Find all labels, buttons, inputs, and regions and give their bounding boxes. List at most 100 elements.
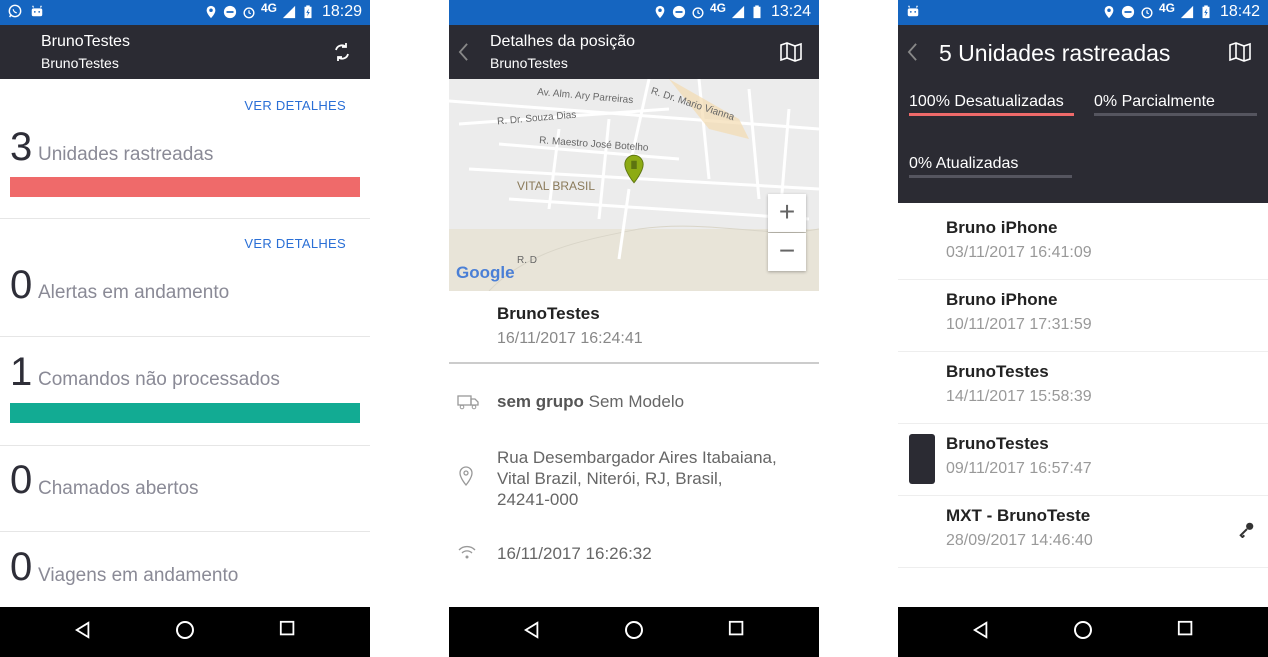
- device-header: BrunoTestes 16/11/2017 16:24:41: [449, 291, 819, 364]
- details-link[interactable]: VER DETALHES: [244, 236, 346, 251]
- card-label: Unidades rastreadas: [38, 144, 214, 165]
- card-commands: 1 Comandos não processados: [0, 336, 370, 446]
- list-item[interactable]: Bruno iPhone 03/11/2017 16:41:09: [898, 208, 1268, 280]
- sync-icon[interactable]: [332, 42, 352, 62]
- street-label: R. D: [517, 255, 537, 266]
- nav-home-icon[interactable]: [1073, 620, 1093, 640]
- network-label: 4G: [1158, 1, 1175, 15]
- app-subtitle: BrunoTestes: [490, 55, 568, 71]
- map-marker-icon[interactable]: [623, 154, 645, 184]
- app-title: BrunoTestes: [41, 33, 130, 50]
- map-icon[interactable]: [779, 42, 803, 62]
- address-line: 24241-000: [497, 490, 579, 509]
- status-time: 18:42: [1219, 3, 1260, 20]
- card-trips: 0 Viagens em andamento: [0, 531, 370, 607]
- app-bar: BrunoTestes BrunoTestes: [0, 25, 370, 79]
- tab-partial[interactable]: 0% Parcialmente: [1094, 93, 1215, 111]
- unit-date: 09/11/2017 16:57:47: [946, 460, 1092, 477]
- dnd-icon: [1121, 5, 1135, 19]
- nav-home-icon[interactable]: [624, 620, 644, 640]
- unit-date: 28/09/2017 14:46:40: [946, 532, 1093, 549]
- group-model: sem grupo Sem Modelo: [497, 392, 684, 412]
- progress-bar: [10, 177, 360, 197]
- key-icon: [1239, 522, 1254, 538]
- tab-updated-indicator: [909, 175, 1072, 178]
- card-count: 0: [10, 545, 33, 589]
- list-item[interactable]: BrunoTestes 14/11/2017 15:58:39: [898, 352, 1268, 424]
- app-title: Detalhes da posição: [490, 33, 635, 50]
- battery-icon: [753, 5, 761, 19]
- progress-bar: [10, 403, 360, 423]
- list-item[interactable]: BrunoTestes 09/11/2017 16:57:47: [898, 424, 1268, 496]
- address-line: Vital Brazil, Niterói, RJ, Brasil,: [497, 469, 723, 488]
- card-label: Viagens em andamento: [38, 565, 239, 586]
- card-label: Alertas em andamento: [38, 282, 230, 303]
- unit-name: BrunoTestes: [946, 434, 1049, 453]
- address: Rua Desembargador Aires Itabaiana, Vital…: [497, 447, 777, 510]
- app-subtitle: BrunoTestes: [41, 55, 119, 71]
- app-bar: Detalhes da posição BrunoTestes: [449, 25, 819, 79]
- zoom-in-button[interactable]: +: [768, 194, 806, 232]
- pin-icon: [459, 466, 473, 486]
- unit-name: BrunoTestes: [946, 362, 1049, 381]
- map-icon[interactable]: [1228, 42, 1252, 62]
- unit-date: 14/11/2017 15:58:39: [946, 388, 1092, 405]
- location-icon: [206, 5, 216, 19]
- signal-icon: [282, 5, 296, 19]
- district-label: VITAL BRASIL: [517, 179, 596, 193]
- truck-icon: [457, 395, 479, 410]
- phone-units-list: 4G 18:42 5 Unidades rastreadas 100% Desa…: [898, 0, 1268, 657]
- app-bar: 5 Unidades rastreadas 100% Desatualizada…: [898, 25, 1268, 203]
- nav-recents-icon[interactable]: [1177, 620, 1195, 638]
- model-name: Sem Modelo: [588, 392, 685, 411]
- card-count: 0: [10, 263, 33, 307]
- device-thumbnail: [909, 434, 935, 484]
- device-name: BrunoTestes: [497, 304, 600, 323]
- group-name: sem grupo: [497, 392, 584, 411]
- tab-outdated[interactable]: 100% Desatualizadas: [909, 93, 1064, 111]
- nav-bar: [0, 607, 370, 657]
- unit-name: Bruno iPhone: [946, 218, 1058, 237]
- device-date: 16/11/2017 16:24:41: [497, 330, 643, 347]
- nav-back-icon[interactable]: [972, 620, 990, 640]
- unit-name: Bruno iPhone: [946, 290, 1058, 309]
- whatsapp-icon: [8, 4, 22, 18]
- battery-icon: [304, 5, 312, 19]
- zoom-out-button[interactable]: −: [768, 233, 806, 271]
- card-count: 3: [10, 125, 33, 169]
- nav-back-icon[interactable]: [74, 620, 92, 640]
- card-count: 1: [10, 350, 33, 394]
- status-bar: 4G 13:24: [449, 0, 819, 25]
- card-tickets: 0 Chamados abertos: [0, 445, 370, 532]
- tab-outdated-indicator: [909, 113, 1074, 116]
- card-label: Comandos não processados: [38, 369, 280, 390]
- location-icon: [655, 5, 665, 19]
- google-logo: Google: [456, 263, 515, 282]
- status-bar: 4G 18:29: [0, 0, 370, 25]
- card-count: 0: [10, 458, 33, 502]
- card-label: Chamados abertos: [38, 478, 199, 499]
- list-item[interactable]: Bruno iPhone 10/11/2017 17:31:59: [898, 280, 1268, 352]
- alarm-icon: [1141, 7, 1153, 19]
- back-icon[interactable]: [458, 43, 469, 61]
- network-label: 4G: [260, 1, 277, 15]
- map-streets: [449, 79, 819, 291]
- last-communication: 16/11/2017 16:26:32: [497, 544, 652, 563]
- unit-date: 10/11/2017 17:31:59: [946, 316, 1092, 333]
- phone-dashboard: 4G 18:29 BrunoTestes BrunoTestes VER DET…: [0, 0, 370, 657]
- status-bar: 4G 18:42: [898, 0, 1268, 25]
- back-icon[interactable]: [907, 43, 918, 61]
- status-time: 13:24: [770, 3, 811, 20]
- list-item[interactable]: MXT - BrunoTeste 28/09/2017 14:46:40: [898, 496, 1268, 568]
- tab-partial-indicator: [1094, 113, 1257, 116]
- details-link[interactable]: VER DETALHES: [244, 98, 346, 113]
- tab-updated[interactable]: 0% Atualizadas: [909, 155, 1018, 173]
- map-view[interactable]: Av. Alm. Ary Parreiras R. Dr. Mario Vian…: [449, 79, 819, 291]
- nav-recents-icon[interactable]: [279, 620, 297, 638]
- nav-recents-icon[interactable]: [728, 620, 746, 638]
- signal-icon: [1180, 5, 1194, 19]
- nav-home-icon[interactable]: [175, 620, 195, 640]
- address-line: Rua Desembargador Aires Itabaiana,: [497, 448, 777, 467]
- signal-icon: [731, 5, 745, 19]
- nav-back-icon[interactable]: [523, 620, 541, 640]
